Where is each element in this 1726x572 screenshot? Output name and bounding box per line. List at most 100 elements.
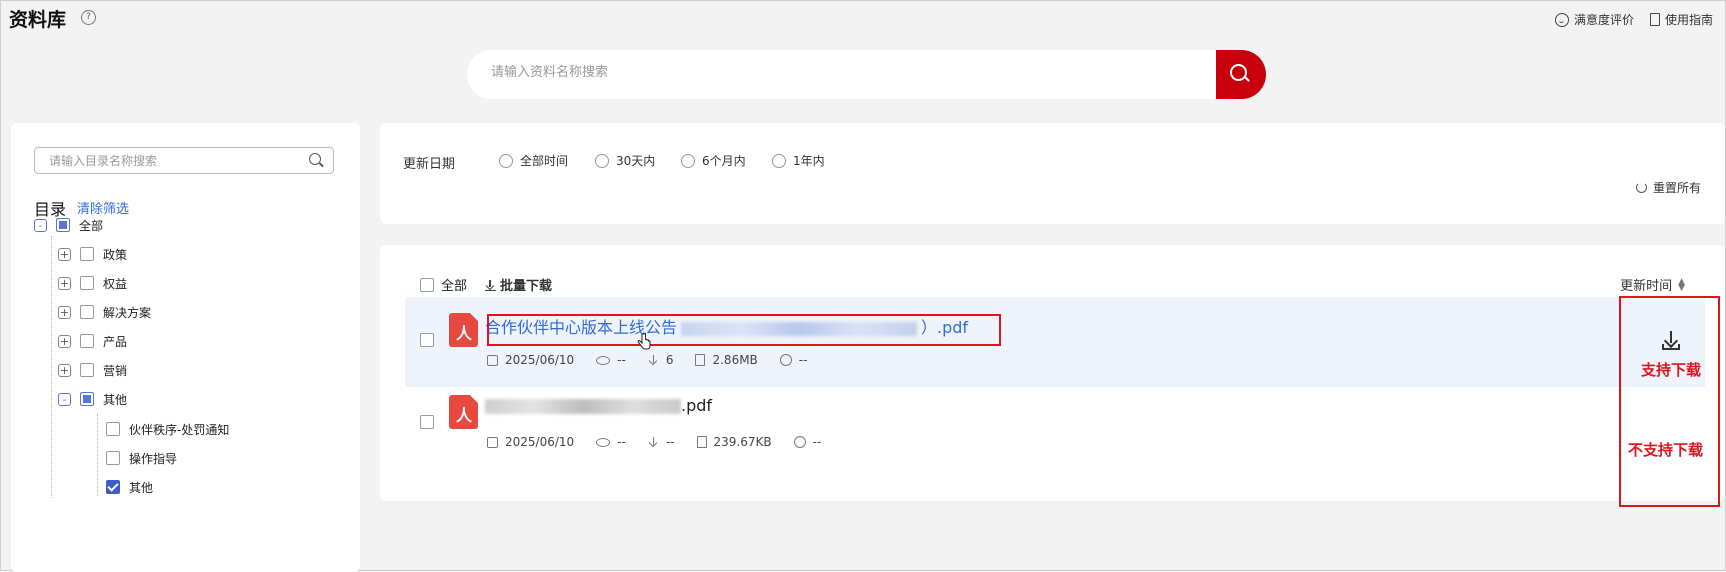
search-input[interactable] (489, 64, 1173, 81)
tree-item-label: 解决方案 (103, 305, 152, 320)
refresh-icon (1635, 182, 1647, 193)
tree-item-operation-guide[interactable]: 操作指导 (106, 448, 177, 468)
tree-checkbox[interactable] (80, 305, 94, 319)
tree-item-marketing[interactable]: + 营销 (58, 360, 127, 380)
tree-item-label: 政策 (103, 247, 128, 262)
download-count-icon (648, 436, 659, 448)
radio-icon[interactable] (499, 153, 513, 168)
tree-checkbox[interactable] (56, 218, 70, 232)
highlight-box-download (1619, 296, 1720, 507)
sort-by-update-time[interactable]: 更新时间 ▲ ▼ (1620, 275, 1685, 294)
tree-checkbox[interactable] (80, 363, 94, 377)
radio-icon[interactable] (772, 153, 786, 168)
file-size: 239.67KB (713, 435, 772, 449)
tree-guide-line (97, 414, 99, 496)
directory-search-input[interactable] (47, 153, 291, 169)
file-views: -- (617, 353, 626, 367)
tree-item-label: 全部 (79, 218, 104, 233)
radio-30-days[interactable]: 30天内 (595, 152, 655, 169)
batch-download-button[interactable]: 批量下载 (485, 275, 552, 294)
file-row[interactable]: 人 .pdf 2025/06/10 -- -- 239.67KB -- (405, 379, 1705, 469)
tree-item-label: 营销 (103, 363, 128, 378)
radio-label: 30天内 (616, 154, 656, 168)
tree-checkbox[interactable] (80, 392, 94, 406)
annotation-no-download: 不支持下载 (1628, 441, 1704, 459)
tree-checkbox[interactable] (80, 276, 94, 290)
tree-item-solutions[interactable]: + 解决方案 (58, 302, 151, 322)
smile-icon (1554, 12, 1569, 27)
book-icon (1649, 13, 1660, 26)
select-all-checkbox[interactable] (420, 277, 434, 292)
expand-icon[interactable]: + (58, 305, 71, 319)
sort-icon: ▲ ▼ (1678, 276, 1685, 293)
radio-icon[interactable] (595, 153, 609, 168)
file-rating: -- (798, 353, 808, 367)
file-name-suffix: .pdf (681, 396, 713, 415)
download-icon[interactable] (1662, 331, 1680, 351)
reset-label: 重置所有 (1652, 181, 1701, 195)
tree-item-other-sub[interactable]: 其他 (106, 477, 153, 497)
file-views: -- (617, 435, 626, 449)
pdf-file-icon: 人 (449, 313, 478, 347)
tree-item-label: 伙伴秩序-处罚通知 (129, 422, 230, 437)
expand-icon[interactable]: + (58, 276, 71, 290)
tree-checkbox[interactable] (106, 451, 120, 465)
search-button[interactable] (1216, 50, 1266, 99)
file-date: 2025/06/10 (505, 353, 575, 367)
date-filter-panel: 更新日期 全部时间 30天内 6个月内 1年内 重置所有 (380, 123, 1725, 224)
satisfaction-button[interactable]: 满意度评价 (1554, 11, 1634, 28)
search-icon (1230, 64, 1247, 81)
question-circle-icon[interactable]: ? (81, 10, 96, 25)
row-checkbox[interactable] (420, 415, 434, 429)
directory-search (34, 147, 334, 174)
tree-checkbox[interactable] (106, 480, 120, 494)
radio-label: 6个月内 (702, 154, 746, 168)
pdf-file-icon: 人 (449, 395, 478, 429)
collapse-icon[interactable]: - (58, 392, 71, 406)
radio-icon[interactable] (681, 153, 695, 168)
sort-label: 更新时间 (1620, 279, 1673, 294)
expand-icon[interactable]: + (58, 363, 71, 377)
tree-item-policy[interactable]: + 政策 (58, 244, 127, 264)
smile-icon (779, 354, 792, 366)
tree-item-rights[interactable]: + 权益 (58, 273, 127, 293)
top-right-actions: 满意度评价 使用指南 (1554, 11, 1713, 28)
annotation-supports-download: 支持下载 (1641, 361, 1702, 379)
file-name-link[interactable]: .pdf (485, 396, 712, 415)
tree-item-partner-penalty[interactable]: 伙伴秩序-处罚通知 (106, 419, 229, 439)
tree-item-products[interactable]: + 产品 (58, 331, 127, 351)
file-meta: 2025/06/10 -- -- 239.67KB -- (487, 435, 843, 449)
tree-item-all[interactable]: - 全部 (34, 215, 103, 235)
tree-checkbox[interactable] (106, 422, 120, 436)
calendar-icon (487, 354, 498, 366)
redacted-text (485, 399, 681, 414)
tree-item-other[interactable]: - 其他 (58, 389, 127, 409)
row-checkbox[interactable] (420, 333, 434, 347)
guide-label: 使用指南 (1664, 13, 1713, 27)
collapse-icon[interactable]: - (34, 218, 47, 232)
file-size-icon (696, 436, 707, 448)
hand-cursor-icon (637, 333, 651, 350)
guide-button[interactable]: 使用指南 (1649, 11, 1713, 28)
download-icon (485, 279, 497, 291)
radio-6-months[interactable]: 6个月内 (681, 152, 746, 169)
radio-label: 1年内 (793, 154, 825, 168)
eye-icon (596, 355, 611, 365)
file-list-panel: 全部 批量下载 更新时间 ▲ ▼ 人 合作伙伴中心版本上线公告 ）.pdf 2025… (380, 245, 1725, 501)
radio-1-year[interactable]: 1年内 (772, 152, 825, 169)
directory-panel: 目录 清除筛选 - 全部 + 政策 + 权益 + 解决方案 + 产品 + 营销 … (11, 123, 360, 572)
reset-all-button[interactable]: 重置所有 (1635, 179, 1701, 196)
tree-item-label: 权益 (103, 276, 128, 291)
top-bar: 资料库 ? 满意度评价 使用指南 (1, 1, 1725, 37)
tree-checkbox[interactable] (80, 334, 94, 348)
eye-icon (596, 437, 611, 447)
radio-all-time[interactable]: 全部时间 (499, 152, 568, 169)
file-downloads: -- (665, 435, 675, 449)
tree-checkbox[interactable] (80, 247, 94, 261)
download-count-icon (648, 354, 659, 366)
expand-icon[interactable]: + (58, 334, 71, 348)
tree-item-label: 其他 (129, 480, 154, 495)
search-icon[interactable] (309, 153, 321, 165)
expand-icon[interactable]: + (58, 247, 71, 261)
file-rating: -- (812, 435, 822, 449)
